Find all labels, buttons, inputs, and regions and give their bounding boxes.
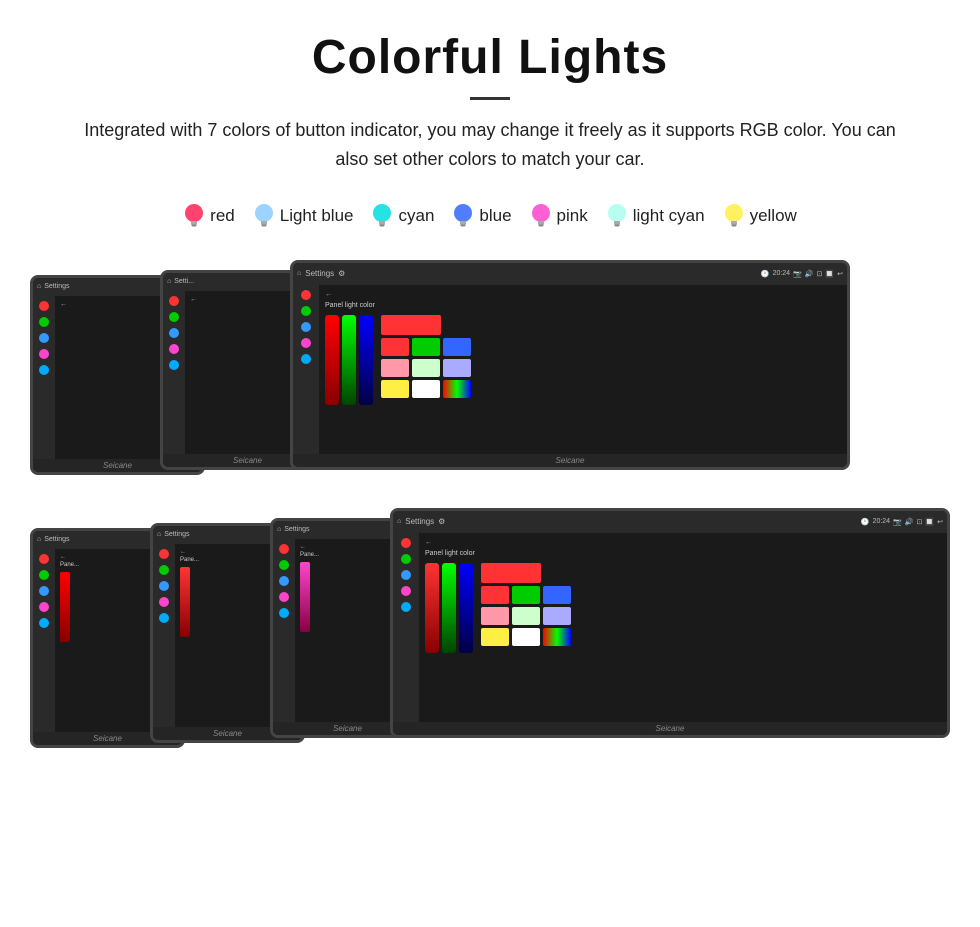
color-swatches-bot (481, 563, 571, 653)
screen-sidebar-b (163, 291, 185, 454)
sidebar-dot-pink (39, 349, 49, 359)
yellow-bulb-icon (723, 202, 745, 230)
color-item-lightcyan: light cyan (606, 202, 705, 230)
screen-body-main-top: ← Panel light color (293, 285, 847, 454)
color-label-pink: pink (557, 206, 588, 226)
screen-topbar-bot-main: ⌂ Settings ⚙ 🕐 20:24 📷 🔊 ⊡ 🔲 ↩ (393, 511, 947, 533)
screen-sidebar-bot2 (153, 544, 175, 727)
color-item-red: red (183, 202, 235, 230)
sidebar-dot-red (39, 301, 49, 311)
color-label-cyan: cyan (398, 206, 434, 226)
screen-content-main-top: ← Panel light color (319, 285, 847, 454)
screen-sidebar-main-top (293, 285, 319, 454)
screen-sidebar-bot1 (33, 549, 55, 732)
screen-topbar-main-top: ⌂ Settings ⚙ 🕐 20:24 📷 🔊 ⊡ 🔲 ↩ (293, 263, 847, 285)
color-label-red: red (210, 206, 235, 226)
bottom-screens-group: ⌂ Settings ← Pane... (30, 508, 950, 758)
watermark-bot-main: Seicane (393, 722, 947, 735)
title-divider (470, 97, 510, 100)
sidebar-dot-green (39, 317, 49, 327)
color-item-blue: blue (452, 202, 511, 230)
header-description: Integrated with 7 colors of button indic… (80, 116, 900, 174)
screen-card-bot-main: ⌂ Settings ⚙ 🕐 20:24 📷 🔊 ⊡ 🔲 ↩ (390, 508, 950, 738)
cyan-bulb-icon (371, 202, 393, 230)
pink-bulb-icon (530, 202, 552, 230)
screen-body-bot-main: ← Panel light color (393, 533, 947, 722)
page-title: Colorful Lights (40, 30, 940, 85)
sidebar-dot-blue (39, 333, 49, 343)
color-label-blue: blue (479, 206, 511, 226)
watermark-main-top: Seicane (293, 454, 847, 467)
color-swatches-top (381, 315, 471, 405)
screen-sidebar-bot-main (393, 533, 419, 722)
color-sliders-top (325, 315, 373, 405)
color-label-yellow: yellow (750, 206, 797, 226)
color-sliders-bot (425, 563, 473, 653)
color-label-lightblue: Light blue (280, 206, 354, 226)
screen-sidebar-bot3 (273, 539, 295, 722)
lightcyan-bulb-icon (606, 202, 628, 230)
color-item-pink: pink (530, 202, 588, 230)
screen-content-bot-main: ← Panel light color (419, 533, 947, 722)
screenshots-section: ⌂ Settings ← Seicane (0, 240, 980, 778)
color-label-lightcyan: light cyan (633, 206, 705, 226)
red-bulb-icon (183, 202, 205, 230)
page-header: Colorful Lights Integrated with 7 colors… (0, 0, 980, 184)
color-item-lightblue: Light blue (253, 202, 354, 230)
sidebar-dot-cyan (39, 365, 49, 375)
color-indicators-row: red Light blue cyan blue (0, 202, 980, 230)
lightblue-bulb-icon (253, 202, 275, 230)
top-screens-group: ⌂ Settings ← Seicane (30, 260, 950, 480)
blue-bulb-icon (452, 202, 474, 230)
screen-sidebar-a (33, 296, 55, 459)
color-item-cyan: cyan (371, 202, 434, 230)
screen-card-main-top: ⌂ Settings ⚙ 🕐 20:24 📷 🔊 ⊡ 🔲 ↩ (290, 260, 850, 470)
color-item-yellow: yellow (723, 202, 797, 230)
